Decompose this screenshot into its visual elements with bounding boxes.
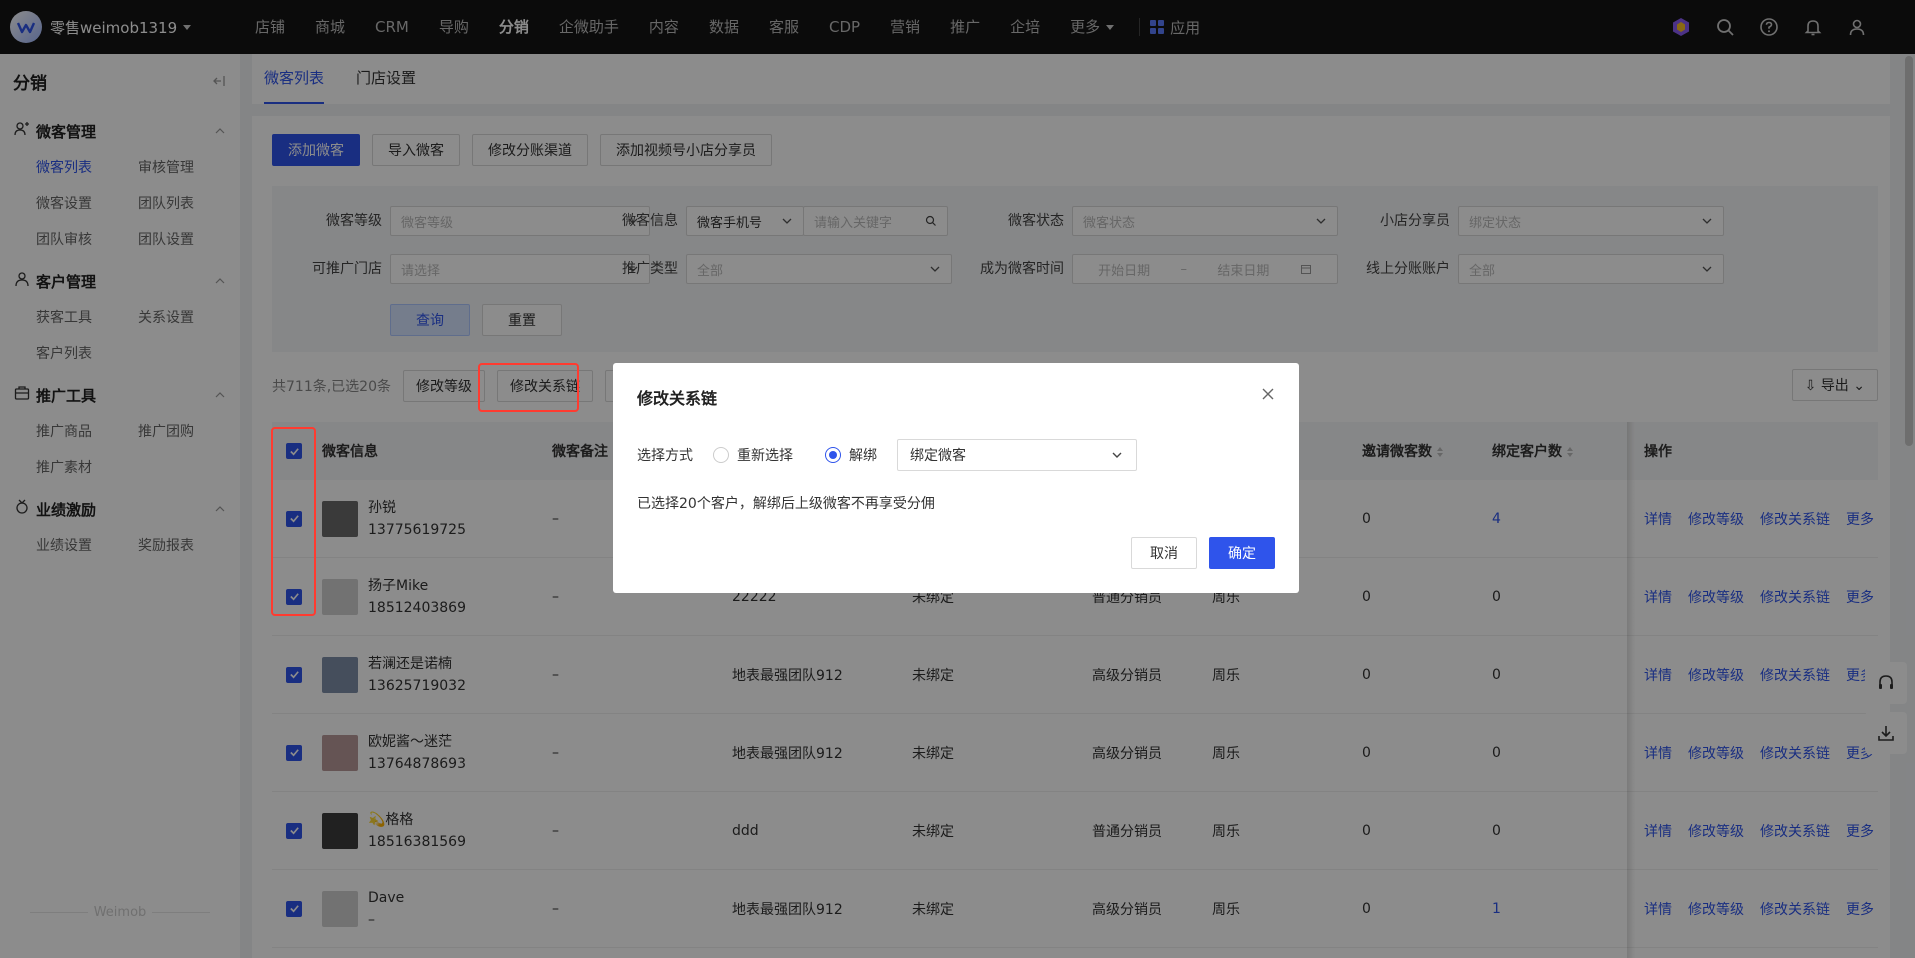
unbind-notice: 已选择20个客户，解绑后上级微客不再享受分佣 [637,496,935,512]
confirm-button[interactable]: 确定 [1209,537,1275,569]
method-label: 选择方式 [637,448,693,464]
method-row: 选择方式 重新选择 解绑 绑定微客 [637,439,1137,471]
modify-chain-modal: 修改关系链 选择方式 重新选择 解绑 绑定微客 已选择20个客户，解绑后上级微客… [613,363,1299,593]
radio-unbind-label: 解绑 [849,448,877,464]
modal-footer: 取消 确定 [1131,537,1275,569]
checkbox-column-highlight [271,427,316,616]
chevron-down-icon [1112,452,1122,458]
radio-circle [713,447,729,463]
select-value: 绑定微客 [910,448,966,464]
cancel-button[interactable]: 取消 [1131,537,1197,569]
modal-title: 修改关系链 [637,389,718,408]
bound-customer-select[interactable]: 绑定微客 [897,439,1137,471]
radio-reselect[interactable]: 重新选择 [713,445,793,465]
radio-unbind[interactable]: 解绑 [825,445,877,465]
radio-reselect-label: 重新选择 [737,448,793,464]
chain-button-highlight [478,363,579,412]
radio-circle-checked [825,447,841,463]
close-icon[interactable] [1261,387,1275,401]
